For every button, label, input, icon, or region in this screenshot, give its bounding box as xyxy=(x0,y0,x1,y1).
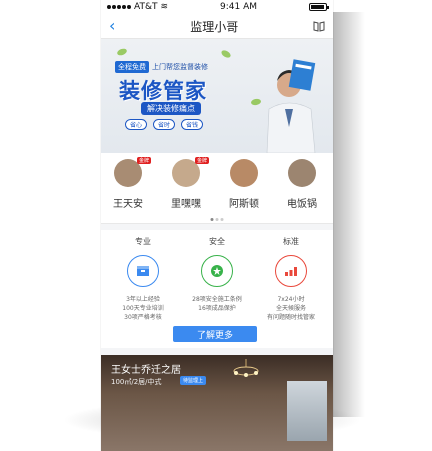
avatar xyxy=(230,159,258,187)
avatar xyxy=(288,159,316,187)
status-bar: AT&T ≋ 9:41 AM xyxy=(101,0,333,14)
supervisor-card[interactable]: 阿斯顿 xyxy=(221,159,267,210)
gold-badge: 金牌 xyxy=(136,157,151,164)
supervisor-card[interactable]: 电饭锅 xyxy=(279,159,325,210)
project-title: 王女士乔迁之居 xyxy=(111,365,181,376)
supervisor-name: 王天安 xyxy=(113,199,143,210)
feature-line: 30项严格考核 xyxy=(124,314,162,321)
feature-line: 28项安全施工条例 xyxy=(192,296,242,303)
chevron-left-icon[interactable]: ‹ xyxy=(109,18,115,34)
book-icon[interactable] xyxy=(313,20,325,32)
promo-chip: 省心 xyxy=(125,119,148,130)
feature-safety: 安全 28项安全施工条例 16项成品保护 xyxy=(182,236,252,313)
leaf-decoration xyxy=(116,47,128,57)
chart-icon xyxy=(275,255,307,287)
feature-label: 专业 xyxy=(135,237,151,246)
feature-standard: 标准 7x24小时 全天候服务 有问题随时找管家 xyxy=(256,236,326,322)
page-title: 监理小哥 xyxy=(190,19,239,34)
supervisor-name: 电饭锅 xyxy=(287,199,317,210)
gold-badge: 金牌 xyxy=(194,157,209,164)
promo-subtitle: 上门帮您监督装修 xyxy=(152,63,208,71)
promo-banner[interactable]: 全程免费 上门帮您监督装修 装修管家 解决装修痛点 省心 省时 省钱 xyxy=(101,39,333,153)
free-badge: 全程免费 xyxy=(115,61,149,73)
feature-label: 安全 xyxy=(209,237,225,246)
supervisor-name: 里嘿嘿 xyxy=(171,199,201,210)
promo-chip: 省钱 xyxy=(181,119,204,130)
feature-line: 100天专业培训 xyxy=(122,305,164,312)
feature-line: 3年以上经验 xyxy=(126,296,160,303)
carousel-pager xyxy=(210,218,224,221)
manager-photo xyxy=(266,59,316,153)
box-icon xyxy=(127,255,159,287)
promo-pill: 解决装修痛点 xyxy=(141,102,201,115)
phone-screen: AT&T ≋ 9:41 AM ‹ 监理小哥 全程免费 上门帮您监督装修 装修管家… xyxy=(101,0,333,451)
battery-icon xyxy=(309,3,329,11)
supervisor-carousel[interactable]: 金牌 王天安 金牌 里嘿嘿 阿斯顿 电饭锅 xyxy=(101,153,333,224)
feature-label: 标准 xyxy=(283,237,299,246)
nav-bar: ‹ 监理小哥 xyxy=(101,14,333,39)
project-card[interactable]: 王女士乔迁之居 100㎡/2居/中式 待监理上 xyxy=(101,355,333,451)
learn-more-button[interactable]: 了解更多 xyxy=(173,326,257,342)
signal-icon xyxy=(107,5,131,9)
wifi-icon: ≋ xyxy=(160,2,169,12)
supervisor-name: 阿斯顿 xyxy=(229,199,259,210)
carrier-label: AT&T xyxy=(134,2,158,12)
feature-line: 有问题随时找管家 xyxy=(266,314,315,321)
features-section: 专业 3年以上经验 100天专业培训 30项严格考核 安全 28项安全施工条例 … xyxy=(101,230,333,348)
feature-line: 7x24小时 xyxy=(277,296,305,303)
supervisor-card[interactable]: 金牌 王天安 xyxy=(105,157,151,210)
feature-professional: 专业 3年以上经验 100天专业培训 30项严格考核 xyxy=(108,236,178,322)
feature-line: 16项成品保护 xyxy=(198,305,236,312)
promo-chip: 省时 xyxy=(153,119,176,130)
time-label: 9:41 AM xyxy=(220,2,258,12)
promo-headline: 装修管家 xyxy=(119,79,207,103)
star-icon xyxy=(201,255,233,287)
feature-line: 全天候服务 xyxy=(275,305,306,312)
project-meta: 100㎡/2居/中式 xyxy=(111,378,162,386)
window-photo xyxy=(287,381,327,441)
chandelier-photo xyxy=(233,359,259,377)
project-status-badge: 待监理上 xyxy=(180,376,207,385)
supervisor-card[interactable]: 金牌 里嘿嘿 xyxy=(163,157,209,210)
leaf-decoration xyxy=(220,48,232,60)
